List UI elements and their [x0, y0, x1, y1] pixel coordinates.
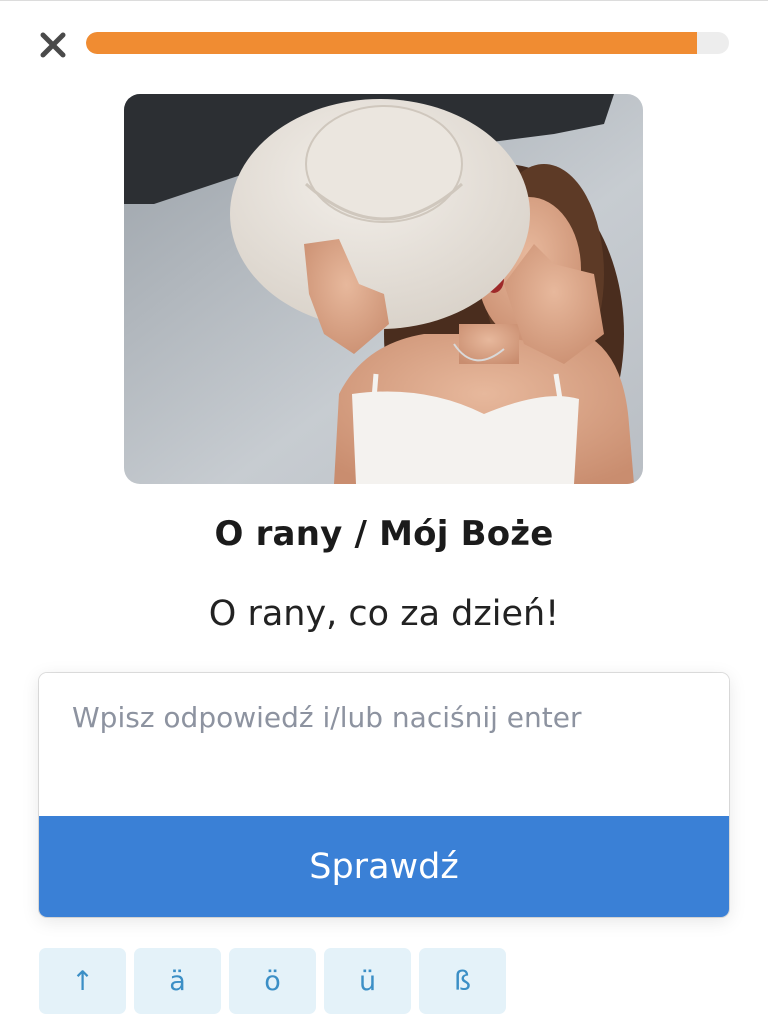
check-button[interactable]: Sprawdź — [39, 816, 729, 917]
lesson-progress-bar — [86, 32, 729, 54]
key-o-umlaut[interactable]: ö — [229, 948, 316, 1014]
special-character-bar: ↑ ä ö ü ß — [39, 948, 506, 1014]
key-eszett[interactable]: ß — [419, 948, 506, 1014]
close-button[interactable] — [36, 28, 70, 62]
answer-input[interactable] — [39, 673, 729, 816]
illustration-photo — [124, 94, 643, 484]
answer-panel: Sprawdź — [39, 673, 729, 917]
example-sentence: O rany, co za dzień! — [208, 594, 560, 634]
close-icon — [40, 32, 66, 58]
key-u-umlaut[interactable]: ü — [324, 948, 411, 1014]
phrase-title: O rany / Mój Boże — [214, 514, 554, 554]
lesson-progress-fill — [86, 32, 697, 54]
key-a-umlaut[interactable]: ä — [134, 948, 221, 1014]
top-divider — [0, 0, 768, 1]
uppercase-toggle-key[interactable]: ↑ — [39, 948, 126, 1014]
